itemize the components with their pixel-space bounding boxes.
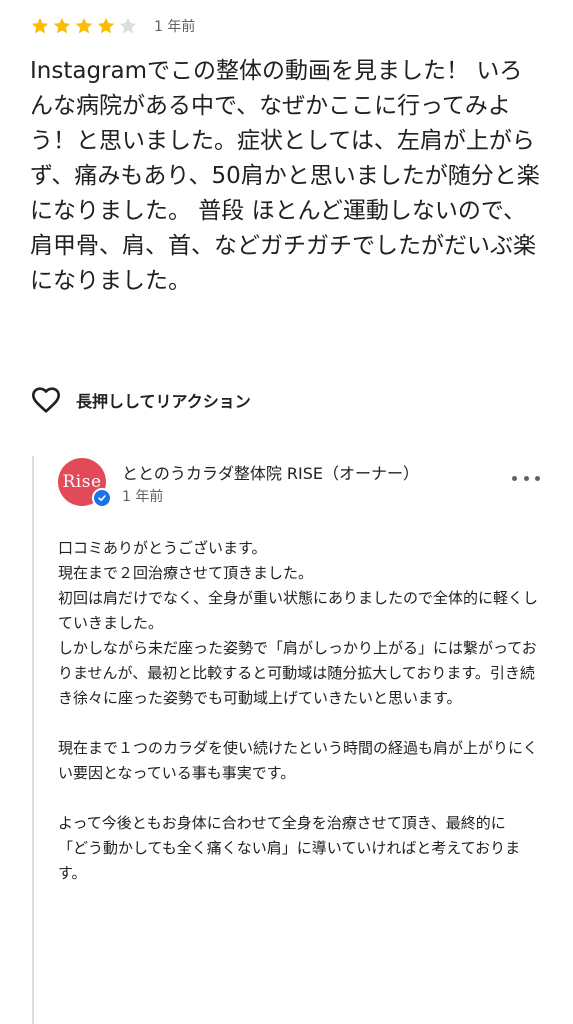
star-icon bbox=[96, 16, 116, 36]
review-header: 1 年前 bbox=[30, 14, 195, 38]
star-icon bbox=[30, 16, 50, 36]
reaction-label: 長押ししてリアクション bbox=[76, 392, 251, 411]
owner-reply-text: 口コミありがとうございます。 現在まで２回治療させて頂きました。 初回は肩だけで… bbox=[58, 539, 539, 882]
star-icon bbox=[52, 16, 72, 36]
star-icon bbox=[74, 16, 94, 36]
owner-reply-time: 1 年前 bbox=[122, 489, 164, 505]
heart-outline-icon bbox=[30, 384, 62, 416]
star-rating bbox=[30, 16, 140, 36]
review-time: 1 年前 bbox=[154, 19, 196, 35]
reaction-button[interactable]: 長押ししてリアクション bbox=[30, 384, 251, 416]
owner-name[interactable]: ととのうカラダ整体院 RISE（オーナー） bbox=[122, 460, 419, 484]
more-options-button[interactable] bbox=[512, 468, 540, 488]
owner-reply: Rise ととのうカラダ整体院 RISE（オーナー） 1 年前 口コミありがとう… bbox=[32, 456, 554, 1024]
star-icon bbox=[118, 16, 138, 36]
verified-check-icon bbox=[92, 488, 112, 508]
more-horizontal-icon bbox=[512, 475, 517, 481]
review-text: Instagramでこの整体の動画を見ました！ いろんな病院がある中で、なぜかこ… bbox=[30, 58, 540, 294]
